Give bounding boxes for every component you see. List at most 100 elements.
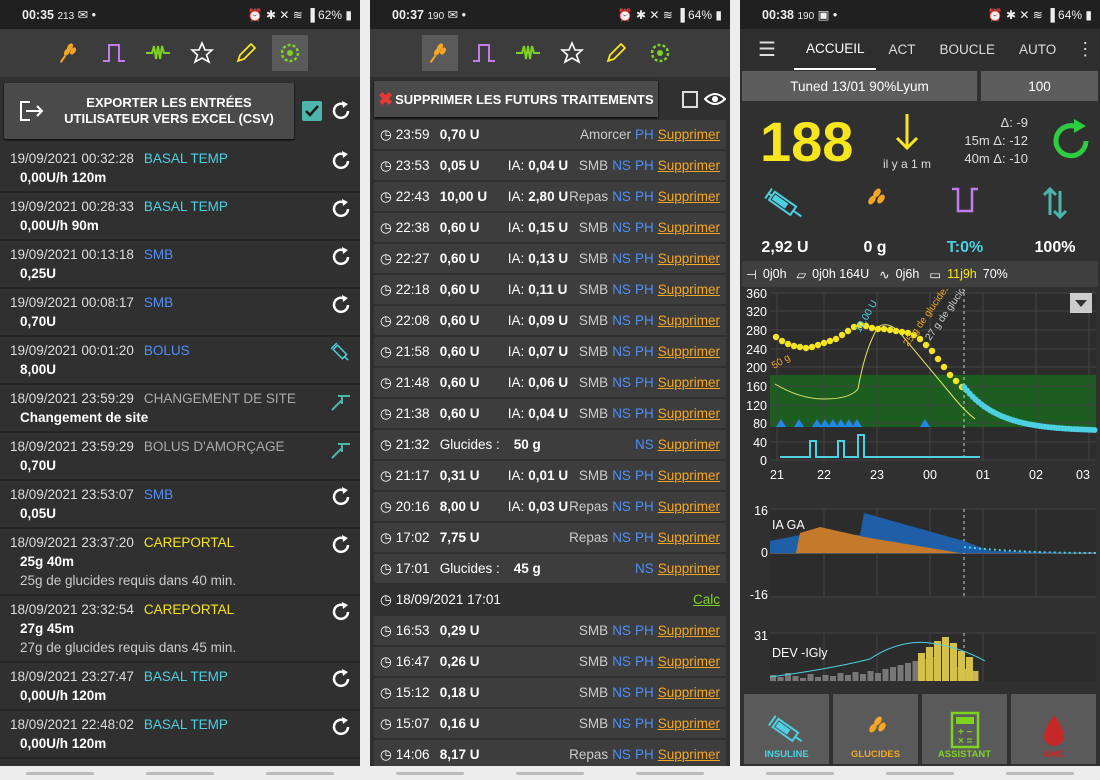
sync-icon[interactable] <box>330 246 352 273</box>
cannula-icon[interactable] <box>330 438 352 465</box>
tab-accueil[interactable]: ACCUEIL <box>793 29 877 70</box>
history-entry[interactable]: 18/09/2021 23:27:47 BASAL TEMP 0,00U/h 12… <box>0 663 360 711</box>
delete-link[interactable]: Supprimer <box>658 251 720 266</box>
delete-link[interactable]: Supprimer <box>658 654 720 669</box>
cob-stat[interactable]: 0 g <box>830 181 920 261</box>
star-tab-icon[interactable] <box>184 35 220 71</box>
refresh-icon[interactable] <box>330 100 352 122</box>
target-button[interactable]: 100 <box>981 71 1098 101</box>
settings-tab-icon[interactable] <box>272 35 308 71</box>
treatment-row[interactable]: ◷ 17:01 Glucides : 45 g NS Supprimer <box>374 554 726 583</box>
delete-link[interactable]: Supprimer <box>658 468 720 483</box>
treatment-row[interactable]: ◷ 22:18 0,60 U IA: 0,11 U SMB NS PH Supprimer <box>374 275 726 304</box>
history-entry[interactable]: 18/09/2021 23:53:07 SMB 0,05U <box>0 481 360 529</box>
treatment-row[interactable]: ◷ 21:48 0,60 U IA: 0,06 U SMB NS PH Supprimer <box>374 368 726 397</box>
treatment-row[interactable]: ◷ 22:27 0,60 U IA: 0,13 U SMB NS PH Supprimer <box>374 244 726 273</box>
treatment-row[interactable]: ◷ 23:59 0,70 U Amorcer PH Supprimer <box>374 120 726 149</box>
treatment-row[interactable]: ◷ 21:58 0,60 U IA: 0,07 U SMB NS PH Supprimer <box>374 337 726 366</box>
overflow-menu-icon[interactable]: ⋮ <box>1068 39 1100 60</box>
loop-icon[interactable] <box>1046 116 1096 166</box>
history-entry[interactable]: 19/09/2021 00:32:28 BASAL TEMP 0,00U/h 12… <box>0 145 360 193</box>
tab-boucle[interactable]: BOUCLE <box>927 42 1007 57</box>
treatment-row[interactable]: ◷ 20:16 8,00 U IA: 0,03 U Repas NS PH Supprimer <box>374 492 726 521</box>
autosens-stat[interactable]: 100% <box>1010 181 1100 261</box>
history-entry[interactable]: 18/09/2021 23:37:20 CAREPORTAL 25g 40m 25g… <box>0 529 360 596</box>
delete-link[interactable]: Supprimer <box>658 716 720 731</box>
sync-icon[interactable] <box>330 198 352 225</box>
menu-icon[interactable]: ☰ <box>740 37 794 62</box>
delete-future-button[interactable]: ✖ SUPPRIMER LES FUTURS TRAITEMENTS <box>374 81 658 117</box>
carbs-tab-icon[interactable] <box>52 35 88 71</box>
delete-link[interactable]: Supprimer <box>658 344 720 359</box>
sync-icon[interactable] <box>330 716 352 743</box>
treatment-row[interactable]: ◷ 21:17 0,31 U IA: 0,01 U SMB NS PH Supprimer <box>374 461 726 490</box>
sync-icon[interactable] <box>330 294 352 321</box>
settings-tab-icon[interactable] <box>642 35 678 71</box>
syringe-icon[interactable] <box>330 342 352 369</box>
pencil-tab-icon[interactable] <box>598 35 634 71</box>
delete-link[interactable]: Supprimer <box>658 530 720 545</box>
delete-link[interactable]: Supprimer <box>658 158 720 173</box>
treatment-row[interactable]: ◷ 23:53 0,05 U IA: 0,04 U SMB NS PH Supprimer <box>374 151 726 180</box>
history-entry[interactable]: 19/09/2021 00:13:18 SMB 0,25U <box>0 241 360 289</box>
treatment-row[interactable]: ◷ 14:06 8,17 U Repas NS PH Supprimer <box>374 740 726 769</box>
delete-link[interactable]: Supprimer <box>658 747 720 762</box>
profile-tab-icon[interactable] <box>140 35 176 71</box>
history-entry[interactable]: 19/09/2021 00:01:20 BOLUS 8,00U <box>0 337 360 385</box>
iob-stat[interactable]: 2,92 U <box>740 181 830 261</box>
show-invalidated-checkbox[interactable] <box>681 90 699 108</box>
export-csv-button[interactable]: EXPORTER LES ENTRÉES UTILISATEUR VERS EX… <box>4 83 294 139</box>
delete-link[interactable]: Supprimer <box>658 220 720 235</box>
history-entry[interactable]: 18/09/2021 22:48:02 BASAL TEMP 0,00U/h 12… <box>0 711 360 759</box>
carbs-button[interactable]: GLUCIDES <box>833 694 918 764</box>
treatment-row[interactable]: ◷ 21:32 Glucides : 50 g NS Supprimer <box>374 430 726 459</box>
delete-link[interactable]: Supprimer <box>658 561 720 576</box>
tab-act[interactable]: ACT <box>876 42 927 57</box>
show-all-checkbox[interactable] <box>302 101 322 121</box>
basal-stat[interactable]: T:0% <box>920 181 1010 261</box>
treatment-row[interactable]: ◷ 15:07 0,16 U SMB NS PH Supprimer <box>374 709 726 738</box>
history-entry[interactable]: 19/09/2021 00:28:33 BASAL TEMP 0,00U/h 90… <box>0 193 360 241</box>
insulin-button[interactable]: INSULINE <box>744 694 829 764</box>
treatment-row[interactable]: ◷ 15:12 0,18 U SMB NS PH Supprimer <box>374 678 726 707</box>
carbs-tab-icon[interactable] <box>422 35 458 71</box>
delete-link[interactable]: Supprimer <box>658 189 720 204</box>
delete-link[interactable]: Supprimer <box>658 406 720 421</box>
sync-icon[interactable] <box>330 150 352 177</box>
delete-link[interactable]: Supprimer <box>658 375 720 390</box>
profile-tab-icon[interactable] <box>510 35 546 71</box>
treatment-row[interactable]: ◷ 22:43 10,00 U IA: 2,80 U Repas NS PH Supprimer <box>374 182 726 211</box>
date-header[interactable]: ◷ 18/09/2021 17:01 Calc <box>374 585 726 614</box>
treatment-row[interactable]: ◷ 22:38 0,60 U IA: 0,15 U SMB NS PH Supprimer <box>374 213 726 242</box>
calc-link[interactable]: Calc <box>693 592 720 607</box>
delete-link[interactable]: Supprimer <box>658 313 720 328</box>
history-entry[interactable]: 19/09/2021 00:08:17 SMB 0,70U <box>0 289 360 337</box>
wizard-button[interactable]: + − × = ASSISTANT <box>922 694 1007 764</box>
graphs[interactable]: 360 320 280 240 200 160 120 80 40 0 21 2… <box>740 289 1100 681</box>
pencil-tab-icon[interactable] <box>228 35 264 71</box>
treatment-row[interactable]: ◷ 16:53 0,29 U SMB NS PH Supprimer <box>374 616 726 645</box>
delete-link[interactable]: Supprimer <box>658 685 720 700</box>
cgm-button[interactable]: AMC <box>1011 694 1096 764</box>
history-entry[interactable]: 18/09/2021 23:59:29 BOLUS D'AMORÇAGE 0,70… <box>0 433 360 481</box>
delete-link[interactable]: Supprimer <box>658 127 720 142</box>
treatment-row[interactable]: ◷ 22:08 0,60 U IA: 0,09 U SMB NS PH Supprimer <box>374 306 726 335</box>
treatment-row[interactable]: ◷ 17:02 7,75 U Repas NS PH Supprimer <box>374 523 726 552</box>
basal-tab-icon[interactable] <box>96 35 132 71</box>
sync-icon[interactable] <box>330 534 352 561</box>
cannula-icon[interactable] <box>330 390 352 417</box>
star-tab-icon[interactable] <box>554 35 590 71</box>
basal-tab-icon[interactable] <box>466 35 502 71</box>
eye-icon[interactable] <box>704 91 726 107</box>
delete-link[interactable]: Supprimer <box>658 623 720 638</box>
delete-link[interactable]: Supprimer <box>658 282 720 297</box>
tab-auto[interactable]: AUTO <box>1007 42 1068 57</box>
delete-link[interactable]: Supprimer <box>658 499 720 514</box>
sync-icon[interactable] <box>330 486 352 513</box>
treatment-row[interactable]: ◷ 16:47 0,26 U SMB NS PH Supprimer <box>374 647 726 676</box>
treatment-row[interactable]: ◷ 21:38 0,60 U IA: 0,04 U SMB NS PH Supprimer <box>374 399 726 428</box>
profile-button[interactable]: Tuned 13/01 90%Lyum <box>742 71 977 101</box>
sync-icon[interactable] <box>330 601 352 628</box>
sync-icon[interactable] <box>330 668 352 695</box>
history-entry[interactable]: 18/09/2021 23:32:54 CAREPORTAL 27g 45m 27g… <box>0 596 360 663</box>
